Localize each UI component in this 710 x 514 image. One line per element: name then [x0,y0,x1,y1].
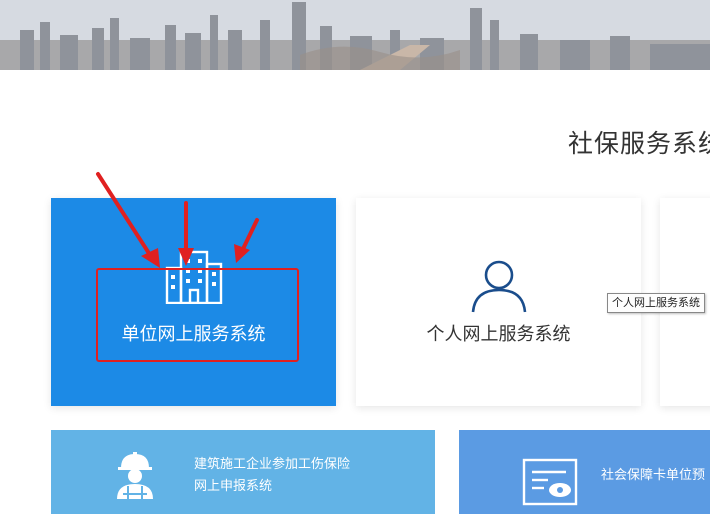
social-security-card-icon [522,458,578,506]
social-security-card-tile[interactable]: 社会保障卡单位预 [459,430,710,514]
hover-tooltip: 个人网上服务系统 [607,293,705,313]
cityscape-illustration [0,0,710,70]
construction-tile-line1: 建筑施工企业参加工伤保险 [194,457,351,472]
construction-tile-line2: 网上申报系统 [194,479,273,494]
personal-card-label: 个人网上服务系统 [426,324,571,345]
worker-helmet-icon [117,452,153,499]
personal-online-service-card[interactable]: 个人网上服务系统 [356,198,641,406]
construction-injury-insurance-tile[interactable]: 建筑施工企业参加工伤保险 网上申报系统 [51,430,435,514]
card-tile-text: 社会保障卡单位预 [601,468,706,483]
person-icon [471,260,527,313]
section-title: 社保服务系统 [568,129,710,158]
header-banner-image [0,0,710,70]
highlight-annotation-box [96,268,299,362]
construction-tile-text: 建筑施工企业参加工伤保险 网上申报系统 [194,454,350,498]
